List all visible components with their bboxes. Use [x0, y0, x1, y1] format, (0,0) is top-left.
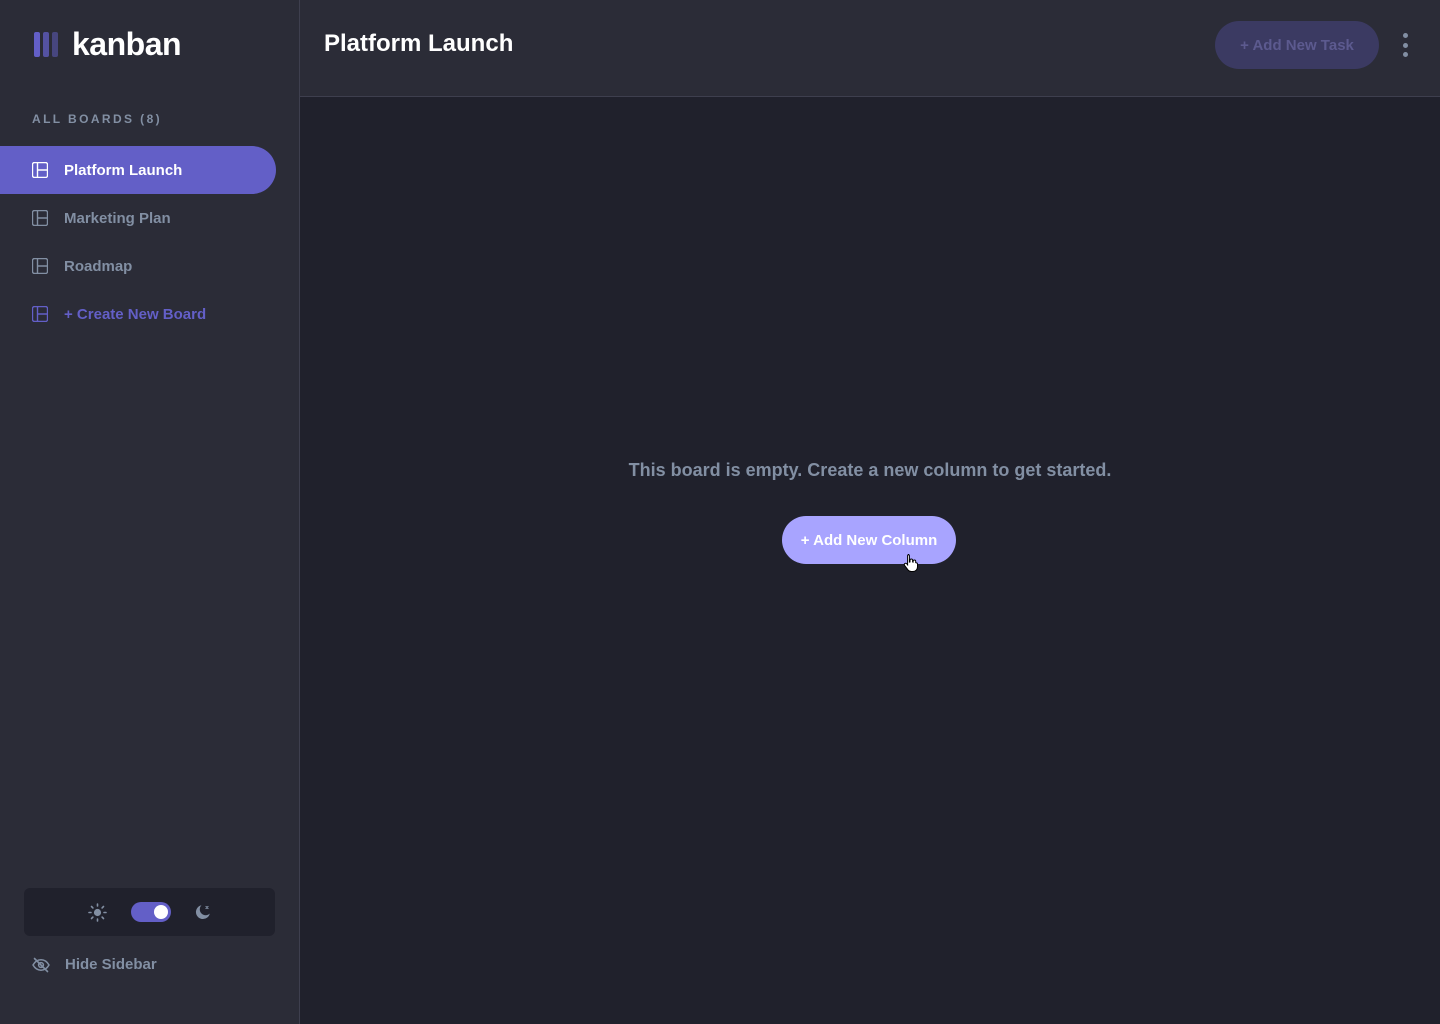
sidebar-item-platform-launch[interactable]: Platform Launch — [0, 146, 276, 194]
add-new-column-button[interactable]: + Add New Column — [782, 516, 956, 564]
eye-slash-icon — [32, 957, 50, 972]
moon-icon — [195, 905, 210, 920]
hide-sidebar-label: Hide Sidebar — [65, 956, 157, 973]
hand-cursor-icon — [903, 554, 918, 572]
logo-icon — [34, 31, 58, 57]
theme-switch[interactable] — [131, 902, 171, 922]
board-icon — [32, 210, 48, 226]
logo-text: kanban — [72, 26, 182, 62]
sidebar-item-marketing-plan[interactable]: Marketing Plan — [0, 194, 276, 242]
sidebar-item-label: Platform Launch — [64, 161, 183, 179]
hide-sidebar-button[interactable]: Hide Sidebar — [32, 956, 157, 973]
sidebar-item-label: Roadmap — [64, 257, 133, 275]
header: Platform Launch + Add New Task — [300, 0, 1440, 97]
page-title: Platform Launch — [324, 30, 514, 57]
app-logo: kanban — [34, 26, 182, 62]
sidebar: kanban ALL BOARDS (8) Platform Launch Ma… — [0, 0, 300, 1024]
board-icon — [32, 258, 48, 274]
empty-board-message: This board is empty. Create a new column… — [628, 460, 1112, 480]
add-new-task-button[interactable]: + Add New Task — [1215, 21, 1379, 69]
more-options-icon[interactable] — [1400, 33, 1410, 57]
sidebar-item-roadmap[interactable]: Roadmap — [0, 242, 276, 290]
sun-icon — [88, 902, 107, 922]
theme-toggle — [24, 888, 275, 936]
board-icon — [32, 162, 48, 178]
create-new-board-label: + Create New Board — [64, 305, 207, 323]
board-list: Platform Launch Marketing Plan Roadmap +… — [0, 146, 276, 338]
theme-switch-knob — [154, 905, 168, 919]
sidebar-item-label: Marketing Plan — [64, 209, 171, 227]
board-icon — [32, 306, 48, 322]
create-new-board-button[interactable]: + Create New Board — [0, 290, 276, 338]
all-boards-heading: ALL BOARDS (8) — [32, 112, 163, 126]
